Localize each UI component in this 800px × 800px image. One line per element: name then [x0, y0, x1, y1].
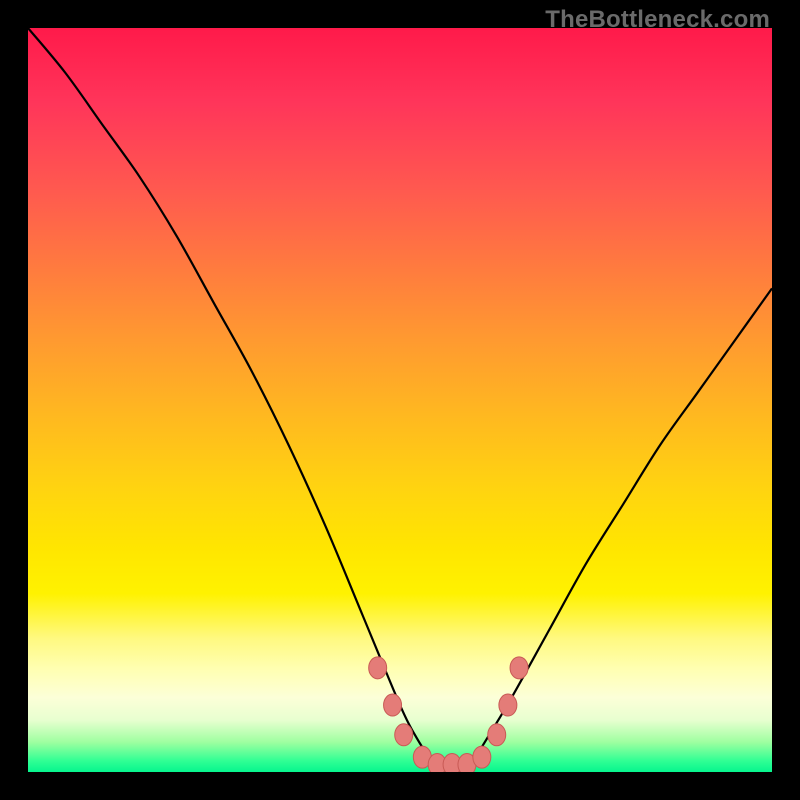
plot-area	[28, 28, 772, 772]
bottleneck-curve	[28, 28, 772, 772]
curve-marker	[510, 657, 528, 679]
chart-frame: TheBottleneck.com	[0, 0, 800, 800]
curve-marker	[384, 694, 402, 716]
curve-marker	[488, 724, 506, 746]
curve-marker	[473, 746, 491, 768]
curve-marker	[395, 724, 413, 746]
curve-marker	[369, 657, 387, 679]
curve-marker	[499, 694, 517, 716]
